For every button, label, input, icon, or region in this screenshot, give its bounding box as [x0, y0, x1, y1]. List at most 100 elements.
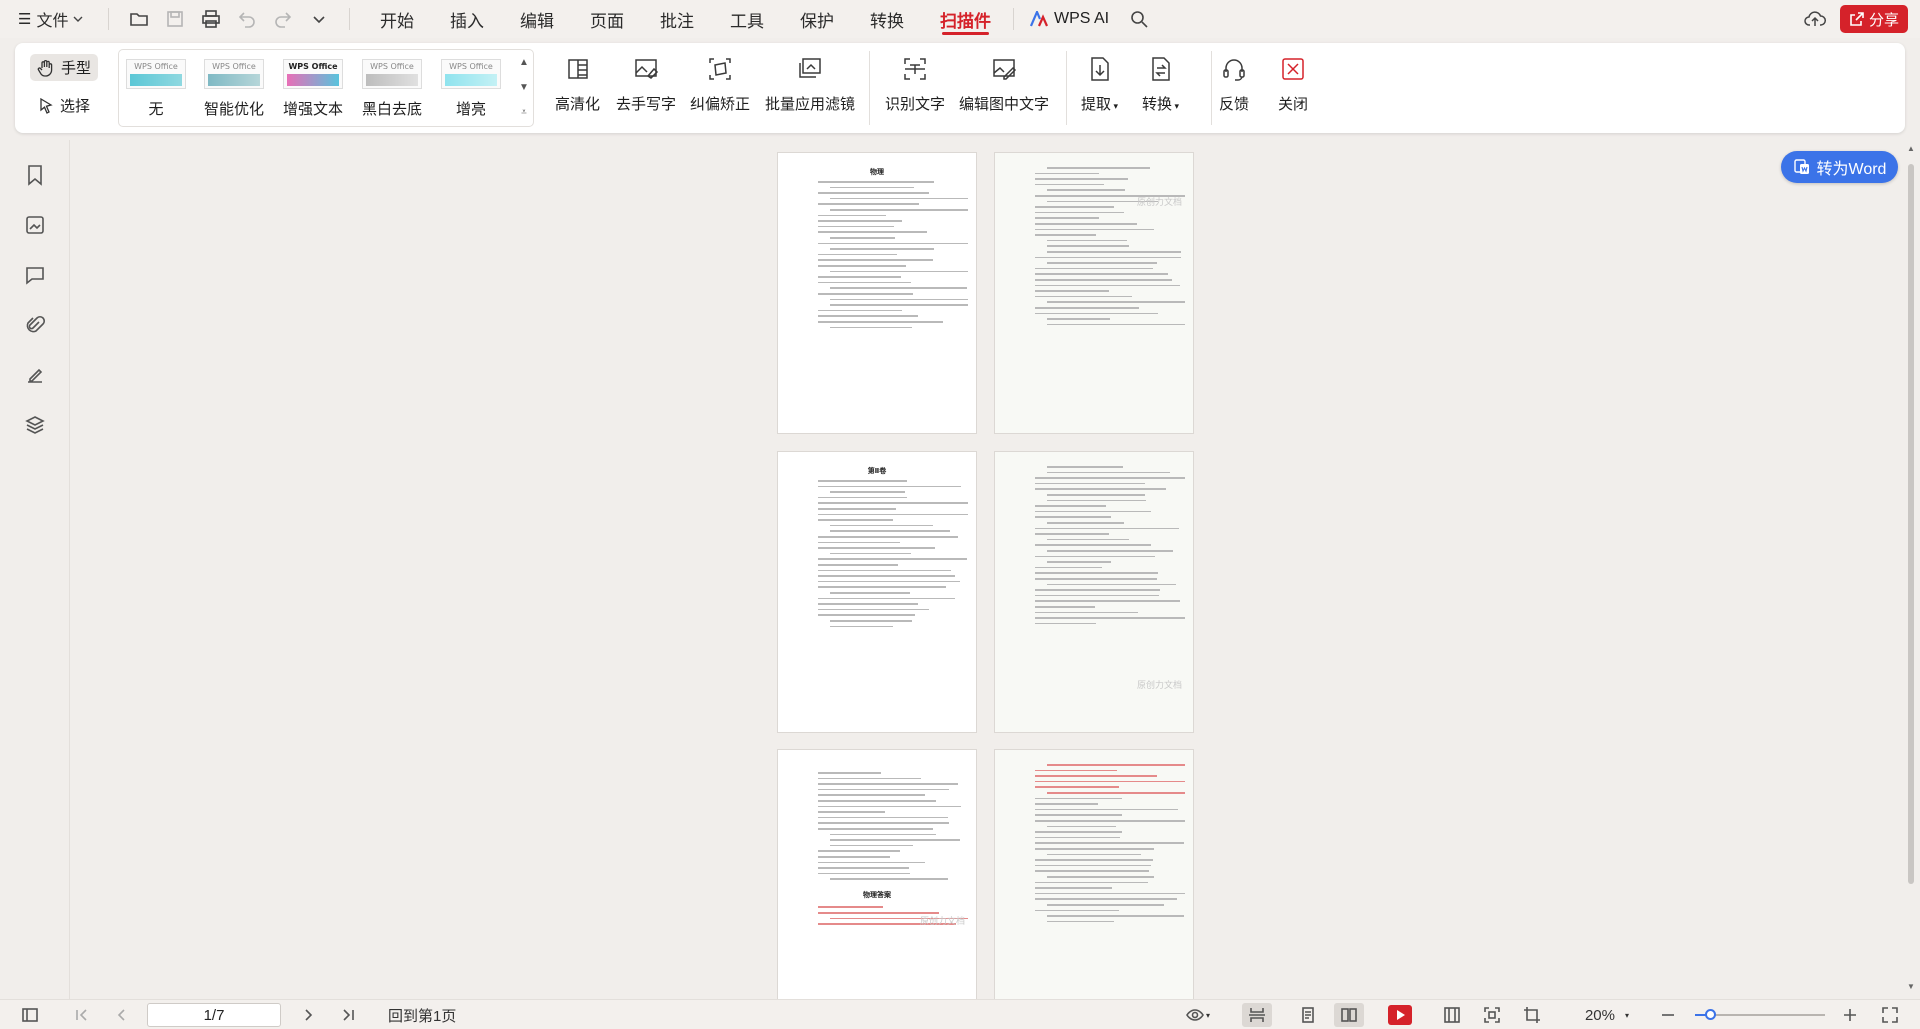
previous-page-icon[interactable]: [110, 1000, 134, 1029]
layers-icon[interactable]: [21, 411, 49, 439]
undo-icon[interactable]: [229, 4, 265, 34]
ocr-button[interactable]: 识别文字: [885, 49, 945, 127]
toggle-sidebar-icon[interactable]: [18, 1000, 42, 1029]
single-page-icon[interactable]: [1296, 1000, 1320, 1029]
continuous-scroll-icon[interactable]: [1242, 1003, 1272, 1027]
chevron-down-icon: ▾: [1172, 101, 1180, 111]
remove-handwriting-button[interactable]: 去手写字: [616, 49, 676, 127]
page-text-line: [1047, 853, 1142, 856]
page-text-line: [1047, 167, 1150, 169]
page-text-line: [818, 569, 951, 572]
open-folder-icon[interactable]: [121, 4, 157, 34]
save-icon[interactable]: [157, 4, 193, 34]
filter-preview-image: WPS Office: [204, 59, 264, 89]
last-page-icon[interactable]: [336, 1000, 360, 1029]
more-chevron-icon[interactable]: [301, 4, 337, 34]
fit-width-icon[interactable]: [1440, 1000, 1464, 1029]
two-page-icon[interactable]: [1334, 1003, 1364, 1027]
batch-filter-button[interactable]: 批量应用滤镜: [765, 49, 855, 127]
comment-icon[interactable]: [21, 261, 49, 289]
share-button[interactable]: 分享: [1840, 5, 1908, 33]
scrollbar-thumb[interactable]: [1908, 164, 1914, 884]
zoom-in-icon[interactable]: [1838, 1000, 1862, 1029]
first-page-icon[interactable]: [70, 1000, 94, 1029]
zoom-out-icon[interactable]: [1656, 1000, 1680, 1029]
tab-page[interactable]: 页面: [572, 0, 642, 38]
page-text-line: [1035, 578, 1158, 580]
redo-icon[interactable]: [265, 4, 301, 34]
fullscreen-icon[interactable]: [1878, 1000, 1902, 1029]
filter-smart-optimize[interactable]: WPS Office 智能优化: [199, 54, 269, 122]
page-thumbnail[interactable]: 物理答案 原创力文档: [777, 749, 977, 1029]
convert-label: 转换 ▾: [1142, 96, 1180, 113]
tab-scan[interactable]: 扫描件: [922, 0, 1009, 38]
page-text-line: [818, 614, 915, 616]
filter-enhance-text[interactable]: WPS Office 增强文本: [278, 54, 348, 122]
page-thumbnail[interactable]: 原创力文档: [994, 451, 1194, 733]
page-text-line: [818, 558, 967, 560]
page-text-line: [830, 326, 913, 329]
hand-tool-label: 手型: [60, 60, 91, 77]
wps-ai-button[interactable]: WPS AI: [1018, 0, 1121, 38]
extract-dropdown[interactable]: 提取 ▾: [1081, 49, 1118, 127]
page-text-line: [1035, 172, 1099, 175]
zoom-level-dropdown[interactable]: 20% ▾: [1572, 1000, 1642, 1029]
signature-icon[interactable]: [21, 361, 49, 389]
edit-image-text-label: 编辑图中文字: [959, 96, 1050, 113]
fit-page-icon[interactable]: [1480, 1000, 1504, 1029]
page-thumbnail[interactable]: [994, 749, 1194, 1029]
search-icon[interactable]: [1121, 4, 1157, 34]
gallery-expand-icon[interactable]: ⩡: [517, 103, 531, 121]
page-text-line: [1035, 183, 1104, 186]
hd-button[interactable]: 高清化: [555, 49, 600, 127]
gallery-scroll-down-icon[interactable]: ▼: [517, 78, 531, 96]
page-thumbnail[interactable]: 物理: [777, 152, 977, 434]
vertical-scrollbar[interactable]: ▲ ▼: [1906, 144, 1916, 994]
page-thumbnail[interactable]: 原创力文档: [994, 152, 1194, 434]
gallery-scroll-up-icon[interactable]: ▲: [517, 53, 531, 71]
convert-to-word-button[interactable]: 转为Word: [1781, 151, 1898, 183]
page-text-line: [1035, 864, 1152, 867]
crop-view-icon[interactable]: [1520, 1000, 1544, 1029]
tab-start[interactable]: 开始: [362, 0, 432, 38]
zoom-slider-handle[interactable]: [1705, 1009, 1716, 1020]
file-menu[interactable]: ☰ 文件: [18, 7, 96, 31]
convert-dropdown[interactable]: 转换 ▾: [1142, 49, 1179, 127]
cloud-upload-icon[interactable]: [1802, 7, 1828, 31]
eye-view-dropdown[interactable]: ▾: [1178, 1000, 1218, 1029]
filter-none[interactable]: WPS Office 无: [121, 54, 191, 122]
page-text-line: [1035, 881, 1149, 884]
tab-comment[interactable]: 批注: [642, 0, 712, 38]
next-page-icon[interactable]: [296, 1000, 320, 1029]
filter-brighten[interactable]: WPS Office 增亮: [436, 54, 506, 122]
tab-convert[interactable]: 转换: [852, 0, 922, 38]
bookmark-icon[interactable]: [21, 161, 49, 189]
ribbon-separator: [869, 51, 870, 125]
scroll-up-icon[interactable]: ▲: [1906, 144, 1916, 153]
select-tool-button[interactable]: 选择: [30, 92, 98, 119]
close-scan-button[interactable]: 关闭: [1278, 49, 1308, 127]
hand-tool-button[interactable]: 手型: [30, 54, 98, 81]
page-text-line: [818, 259, 934, 261]
deskew-button[interactable]: 纠偏矫正: [690, 49, 750, 127]
edit-image-text-button[interactable]: 编辑图中文字: [959, 49, 1049, 127]
play-slideshow-icon[interactable]: [1387, 1000, 1413, 1029]
page-text-line: [1047, 251, 1182, 253]
page-number-input[interactable]: 1/7: [147, 1003, 281, 1027]
tab-protect[interactable]: 保护: [782, 0, 852, 38]
page-thumbnail[interactable]: 第Ⅱ卷: [777, 451, 977, 733]
filter-bw-remove-bg[interactable]: WPS Office 黑白去底: [357, 54, 427, 122]
tab-tools[interactable]: 工具: [712, 0, 782, 38]
attachment-icon[interactable]: [21, 311, 49, 339]
back-to-first-page-link[interactable]: 回到第1页: [388, 1000, 462, 1029]
tab-insert[interactable]: 插入: [432, 0, 502, 38]
tab-edit[interactable]: 编辑: [502, 0, 572, 38]
thumbnail-icon[interactable]: [21, 211, 49, 239]
page-text-line: [1047, 764, 1185, 766]
feedback-button[interactable]: 反馈: [1219, 49, 1249, 127]
print-icon[interactable]: [193, 4, 229, 34]
hd-icon: [567, 59, 588, 79]
page-text-line: [818, 242, 968, 245]
page-text-line: [1035, 848, 1154, 850]
scroll-down-icon[interactable]: ▼: [1906, 982, 1916, 991]
